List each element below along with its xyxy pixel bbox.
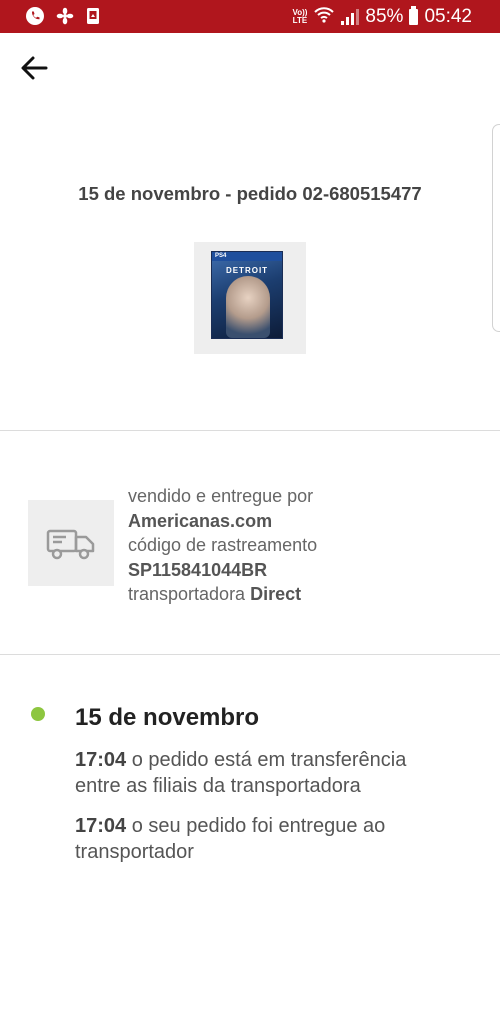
sold-by-name: Americanas.com xyxy=(128,510,273,531)
product-image[interactable]: PS4 DETROIT xyxy=(194,242,306,354)
truck-icon xyxy=(46,529,95,560)
arrow-left-icon xyxy=(21,56,48,80)
status-left-icons xyxy=(26,7,100,30)
phone-icon xyxy=(26,7,44,30)
seller-box xyxy=(28,500,114,586)
carrier-line: transportadora Direct xyxy=(128,582,317,607)
carrier-label: transportadora xyxy=(128,584,246,604)
timeline-dot xyxy=(31,707,45,721)
divider xyxy=(0,654,500,655)
sold-by-label: vendido e entregue por xyxy=(128,486,314,506)
back-button[interactable] xyxy=(14,50,54,86)
carrier-name: Direct xyxy=(250,584,302,604)
cover-platform: PS4 xyxy=(212,252,282,261)
card-icon xyxy=(86,7,100,30)
game-cover: PS4 DETROIT xyxy=(211,251,283,339)
scroll-edge xyxy=(492,124,500,332)
cover-title: DETROIT xyxy=(225,266,269,275)
cover-art xyxy=(226,276,270,338)
divider xyxy=(0,430,500,431)
tracking-code: SP115841044BR xyxy=(128,559,268,580)
event-time: 17:04 xyxy=(75,749,127,771)
battery-icon xyxy=(409,6,419,25)
status-right-icons: Vo)) LTE 85% 05:42 xyxy=(292,5,472,29)
seller-info: vendido e entregue por Americanas.com có… xyxy=(128,484,317,607)
timeline-event: 17:04 o pedido está em transferência ent… xyxy=(75,747,455,799)
status-bar: Vo)) LTE 85% 05:42 xyxy=(0,0,500,33)
timeline-date: 15 de novembro xyxy=(75,704,260,731)
tracking-label: código de rastreamento xyxy=(128,535,318,555)
event-time: 17:04 xyxy=(75,815,127,837)
signal-icon xyxy=(341,9,360,25)
battery-percent: 85% xyxy=(365,6,404,27)
volte-indicator: Vo)) LTE xyxy=(292,8,308,25)
timeline-event: 17:04 o seu pedido foi entregue ao trans… xyxy=(75,813,455,865)
fan-icon xyxy=(56,7,74,30)
order-header: 15 de novembro - pedido 02-680515477 xyxy=(78,183,422,204)
wifi-icon xyxy=(313,5,335,29)
clock: 05:42 xyxy=(424,6,472,27)
